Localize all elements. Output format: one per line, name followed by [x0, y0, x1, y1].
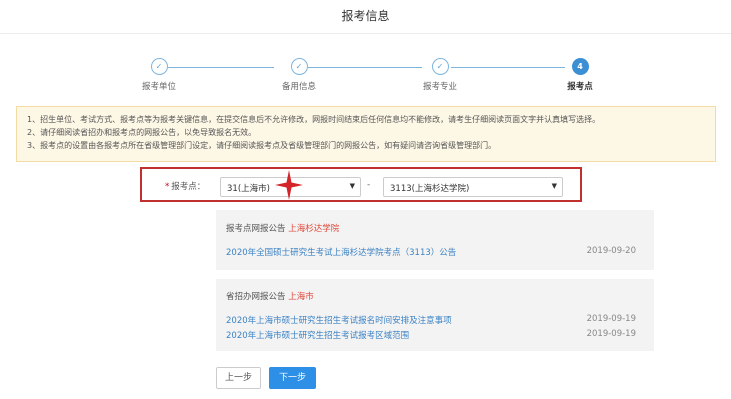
notice-link[interactable]: 2020年全国硕士研究生考试上海杉达学院考点（3113）公告: [226, 248, 456, 258]
notice-date: 2019-09-19: [586, 329, 636, 339]
select-separator: -: [367, 180, 371, 190]
notice-line: 3、报考点的设置由各报考点所在省级管理部门设定，请仔细阅读报考点及省级管理部门的…: [27, 141, 497, 150]
title-divider: [0, 33, 731, 34]
site-select[interactable]: 3113(上海杉达学院) ▼: [383, 177, 563, 197]
notice-date: 2019-09-19: [586, 314, 636, 324]
step-unit[interactable]: ✓ 报考单位: [114, 58, 204, 92]
chevron-down-icon: ▼: [349, 182, 355, 190]
site-notice-heading: 报考点网报公告 上海杉达学院: [226, 222, 339, 234]
chevron-down-icon: ▼: [551, 182, 557, 190]
step-number: 4: [571, 58, 589, 75]
list-item: 2020年上海市硕士研究生招生考试报考区域范围 2019-09-19: [226, 329, 646, 341]
site-notice-name: 上海杉达学院: [288, 224, 340, 234]
step-label: 报考专业: [422, 82, 457, 92]
notice-link[interactable]: 2020年上海市硕士研究生招生考试报考区域范围: [226, 331, 409, 341]
check-icon: ✓: [150, 58, 168, 75]
check-icon: ✓: [431, 58, 449, 75]
province-notice-prefix: 省招办网报公告: [226, 292, 286, 302]
notice-line: 2、请仔细阅读省招办和报考点的网报公告，以免导致报名无效。: [27, 128, 257, 137]
site-select-value: 3113(上海杉达学院): [390, 184, 470, 194]
notice-date: 2019-09-20: [586, 246, 636, 256]
step-backup[interactable]: ✓ 备用信息: [254, 58, 344, 92]
step-progress: ✓ 报考单位 ✓ 备用信息 ✓ 报考专业 4 报考点: [0, 58, 731, 98]
notice-line: 1、招生单位、考试方式、报考点等为报考关键信息，在提交信息后不允许修改，网报时间…: [27, 115, 601, 124]
province-notice-panel: 省招办网报公告 上海市 2020年上海市硕士研究生招生考试报名时间安排及注意事项…: [216, 279, 654, 351]
step-label: 备用信息: [281, 82, 316, 92]
list-item: 2020年上海市硕士研究生招生考试报名时间安排及注意事项 2019-09-19: [226, 314, 646, 326]
check-icon: ✓: [290, 58, 308, 75]
notice-box: 1、招生单位、考试方式、报考点等为报考关键信息，在提交信息后不允许修改，网报时间…: [16, 106, 716, 162]
step-major[interactable]: ✓ 报考专业: [395, 58, 485, 92]
sparkle-marker-icon: [275, 170, 303, 200]
page-title: 报考信息: [341, 9, 390, 23]
site-notice-prefix: 报考点网报公告: [226, 224, 286, 234]
list-item: 2020年全国硕士研究生考试上海杉达学院考点（3113）公告 2019-09-2…: [226, 246, 646, 258]
step-label: 报考点: [567, 82, 593, 92]
exam-site-label: * 报考点：: [165, 180, 205, 192]
next-step-button[interactable]: 下一步: [269, 367, 316, 389]
province-select-value: 31(上海市): [227, 184, 270, 194]
required-mark: *: [165, 182, 170, 192]
notice-link[interactable]: 2020年上海市硕士研究生招生考试报名时间安排及注意事项: [226, 316, 452, 326]
province-notice-heading: 省招办网报公告 上海市: [226, 290, 314, 302]
province-notice-name: 上海市: [288, 292, 314, 302]
step-exam-site: 4 报考点: [535, 58, 625, 92]
exam-site-picker: * 报考点： 31(上海市) ▼ - 3113(上海杉达学院) ▼: [140, 167, 582, 202]
step-label: 报考单位: [141, 82, 176, 92]
exam-site-label-text: 报考点：: [171, 182, 206, 192]
prev-step-button[interactable]: 上一步: [216, 367, 261, 389]
site-notice-panel: 报考点网报公告 上海杉达学院 2020年全国硕士研究生考试上海杉达学院考点（31…: [216, 210, 654, 270]
